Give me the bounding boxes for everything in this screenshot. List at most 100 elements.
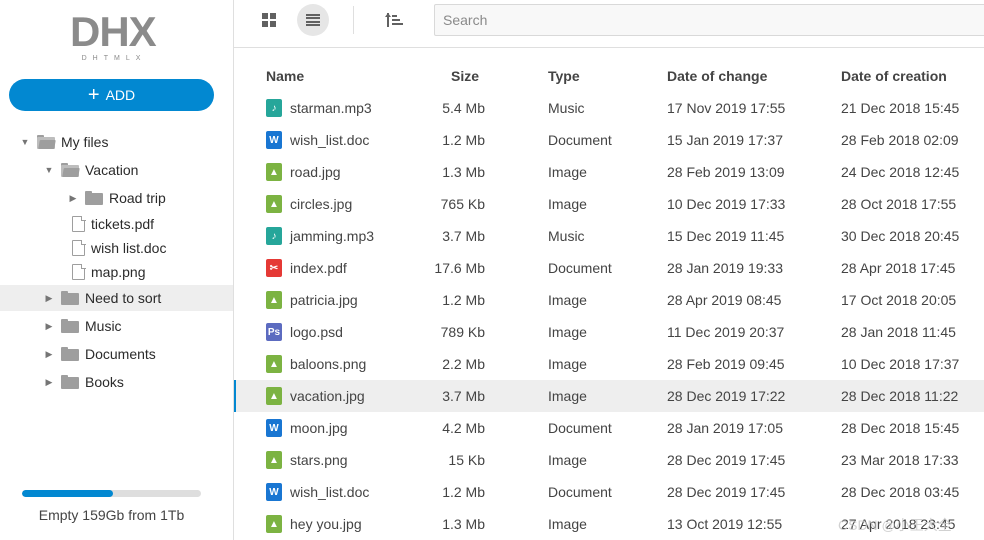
- storage-text: Empty 159Gb from 1Tb: [38, 507, 185, 523]
- cell-date-of-creation: 24 Dec 2018 12:45: [841, 164, 960, 180]
- cell-name: starman.mp3: [290, 100, 372, 116]
- cell-size: 1.2 Mb: [442, 292, 485, 308]
- image-file-icon: ▲: [266, 195, 282, 213]
- sort-button[interactable]: [378, 4, 410, 36]
- caret-right-icon[interactable]: ▶: [43, 348, 55, 360]
- cell-date-of-creation: 28 Apr 2018 17:45: [841, 260, 956, 276]
- logo-text: DHX: [70, 8, 157, 55]
- grid-view-icon: [262, 13, 276, 27]
- column-header-size[interactable]: Size: [451, 68, 479, 84]
- cell-type: Image: [548, 324, 587, 340]
- cell-size: 5.4 Mb: [442, 100, 485, 116]
- cell-date-of-creation: 21 Dec 2018 15:45: [841, 100, 960, 116]
- caret-right-icon[interactable]: ▶: [43, 320, 55, 332]
- doc-file-icon: W: [266, 131, 282, 149]
- caret-right-icon[interactable]: ▶: [67, 192, 79, 204]
- cell-name: patricia.jpg: [290, 292, 358, 308]
- doc-file-icon: W: [266, 483, 282, 501]
- cell-date-of-change: 28 Feb 2019 09:45: [667, 356, 785, 372]
- folder-icon: [61, 347, 79, 361]
- table-row[interactable]: ▲ stars.png 15 Kb Image 28 Dec 2019 17:45 23 …: [234, 444, 984, 476]
- column-header-date-of-change[interactable]: Date of change: [667, 68, 767, 84]
- cell-size: 3.7 Mb: [442, 388, 485, 404]
- cell-name: logo.psd: [290, 324, 343, 340]
- tree-item[interactable]: map.png: [0, 259, 233, 285]
- grid-view-button[interactable]: [253, 4, 285, 36]
- table-row[interactable]: Wwish_list.doc 1.2 Mb Document 15 Jan 2019 …: [234, 124, 984, 156]
- toolbar: [234, 0, 984, 48]
- cell-size: 2.2 Mb: [442, 356, 485, 372]
- psd-file-icon: Ps: [266, 323, 282, 341]
- tree-item-label: Need to sort: [85, 290, 162, 306]
- tree-item[interactable]: ▼ My files: [0, 129, 233, 155]
- table-row[interactable]: Wwish_list.doc 1.2 Mb Document 28 Dec 2019 …: [234, 476, 984, 508]
- cell-name: baloons.png: [290, 356, 367, 372]
- cell-name: stars.png: [290, 452, 348, 468]
- cell-type: Music: [548, 100, 585, 116]
- cell-type: Document: [548, 132, 612, 148]
- tree-item[interactable]: tickets.pdf: [0, 211, 233, 237]
- cell-type: Image: [548, 516, 587, 532]
- tree-item-label: Vacation: [85, 162, 139, 178]
- cell-type: Document: [548, 420, 612, 436]
- tree-item[interactable]: ▶ Need to sort: [0, 285, 233, 311]
- column-header-type[interactable]: Type: [548, 68, 580, 84]
- add-button[interactable]: + ADD: [9, 79, 214, 111]
- table-row[interactable]: ▲ circles.jpg 765 Kb Image 10 Dec 2019 17:33…: [234, 188, 984, 220]
- cell-name: jamming.mp3: [290, 228, 375, 244]
- table-row[interactable]: Ps logo.psd 789 Kb Image 11 Dec 2019 20:37 28…: [234, 316, 984, 348]
- caret-down-icon[interactable]: ▼: [43, 164, 55, 176]
- cell-name: wish_list.doc: [290, 484, 370, 500]
- caret-down-icon[interactable]: ▼: [19, 136, 31, 148]
- sort-icon: [385, 13, 403, 27]
- cell-type: Document: [548, 484, 612, 500]
- cell-date-of-change: 28 Feb 2019 13:09: [667, 164, 785, 180]
- cell-name: wish_list.doc: [290, 132, 370, 148]
- column-header-date-of-creation[interactable]: Date of creation: [841, 68, 947, 84]
- storage-bar-fill: [22, 490, 114, 497]
- caret-right-icon[interactable]: ▶: [43, 292, 55, 304]
- storage-bar: [22, 490, 201, 497]
- cell-name: index.pdf: [290, 260, 347, 276]
- table-row[interactable]: ♪ starman.mp3 5.4 Mb Music 17 Nov 2019 17:55…: [234, 92, 984, 124]
- tree-item[interactable]: ▶ Books: [0, 369, 233, 395]
- cell-date-of-change: 13 Oct 2019 12:55: [667, 516, 783, 532]
- tree-item[interactable]: ▶ Road trip: [0, 185, 233, 211]
- tree-item[interactable]: ▶ Music: [0, 313, 233, 339]
- tree-item[interactable]: wish list.doc: [0, 235, 233, 261]
- folder-icon: [61, 375, 79, 389]
- cell-type: Image: [548, 388, 587, 404]
- caret-right-icon[interactable]: ▶: [43, 376, 55, 388]
- cell-name: vacation.jpg: [290, 388, 365, 404]
- folder-open-icon: [61, 163, 80, 177]
- file-icon: [72, 215, 90, 232]
- table-row[interactable]: ▲ baloons.png 2.2 Mb Image 28 Feb 2019 09:45…: [234, 348, 984, 380]
- cell-date-of-change: 11 Dec 2019 20:37: [667, 324, 785, 340]
- cell-type: Image: [548, 292, 587, 308]
- table-row[interactable]: ▲ patricia.jpg 1.2 Mb Image 28 Apr 2019 08:4…: [234, 284, 984, 316]
- table-row[interactable]: ♪ jamming.mp3 3.7 Mb Music 15 Dec 2019 11:45…: [234, 220, 984, 252]
- cell-type: Image: [548, 196, 587, 212]
- file-icon: [72, 239, 90, 256]
- tree-item[interactable]: ▶ Documents: [0, 341, 233, 367]
- table-row[interactable]: ▲ road.jpg 1.3 Mb Image 28 Feb 2019 13:09 24 …: [234, 156, 984, 188]
- tree-item-label: tickets.pdf: [91, 216, 155, 232]
- dhx-logo: DHX DHTMLX: [70, 8, 157, 63]
- tree-item[interactable]: ▼ Vacation: [0, 157, 233, 183]
- list-view-button[interactable]: [297, 4, 329, 36]
- table-header: Name Size Type Date of change Date of cr…: [234, 60, 984, 92]
- cell-date-of-change: 28 Jan 2019 19:33: [667, 260, 783, 276]
- cell-date-of-change: 10 Dec 2019 17:33: [667, 196, 786, 212]
- search-input[interactable]: [434, 4, 984, 36]
- tree-item-label: Documents: [85, 346, 156, 362]
- tree-item-label: Books: [85, 374, 124, 390]
- cell-date-of-creation: 28 Jan 2018 11:45: [841, 324, 956, 340]
- image-file-icon: ▲: [266, 515, 282, 533]
- tree-item-label: Music: [85, 318, 122, 334]
- table-row[interactable]: ✂ index.pdf 17.6 Mb Document 28 Jan 2019 19:…: [234, 252, 984, 284]
- table-row[interactable]: Wmoon.jpg 4.2 Mb Document 28 Jan 2019 17:05…: [234, 412, 984, 444]
- table-row[interactable]: ▲ vacation.jpg 3.7 Mb Image 28 Dec 2019 17:2…: [234, 380, 984, 412]
- cell-name: hey you.jpg: [290, 516, 362, 532]
- doc-file-icon: W: [266, 419, 282, 437]
- column-header-name[interactable]: Name: [266, 68, 304, 84]
